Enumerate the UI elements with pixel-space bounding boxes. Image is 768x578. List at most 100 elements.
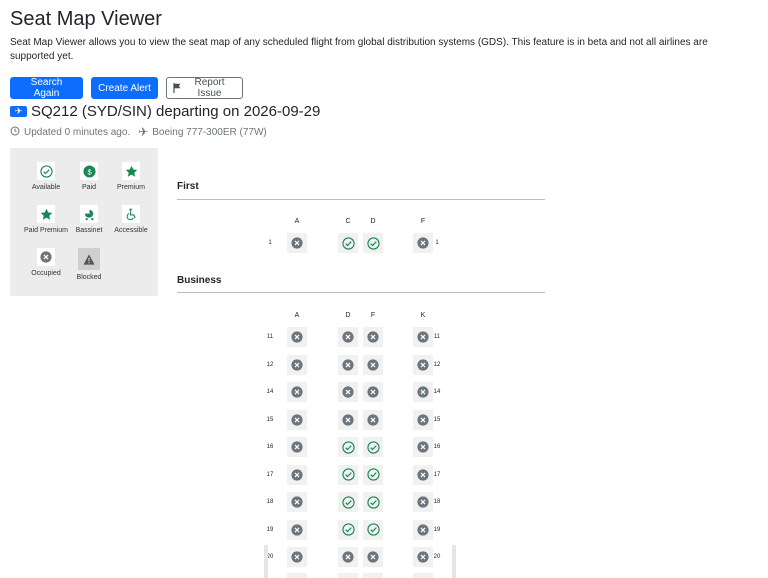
star-icon [122,162,140,180]
exit-row-marker [452,545,456,578]
x-circle-icon [417,331,429,343]
seat-12f[interactable] [363,354,383,375]
seat-12a[interactable] [287,354,307,375]
row-number-left: 1 [268,240,272,246]
row-number-left: 11 [266,334,274,340]
seat-12d[interactable] [338,354,358,375]
search-again-button[interactable]: Search Again [10,77,83,99]
x-circle-icon [367,413,379,426]
bassinet-icon [80,205,98,223]
seat-1c[interactable] [338,233,358,253]
seat-19a[interactable] [287,519,307,540]
seat-18d[interactable] [338,492,358,512]
column-header: K [420,312,426,319]
row-number-left: 14 [266,389,274,395]
seat-14a[interactable] [287,382,307,402]
seat-15d[interactable] [338,409,358,430]
column-header: F [370,312,376,319]
seat-20a[interactable] [287,547,307,567]
check-circle-icon [366,236,380,250]
seat-16d[interactable] [338,437,358,457]
seat-20f[interactable] [363,547,383,567]
row-number-left: 17 [266,471,274,478]
seat-17k[interactable] [413,464,433,485]
seat-20k[interactable] [413,547,433,567]
flight-heading: ✈ SQ212 (SYD/SIN) departing on 2026-09-2… [10,103,320,120]
legend-item-blocked: Blocked [64,248,114,281]
row-number-left: 19 [266,526,274,533]
column-header: D [345,312,351,319]
x-circle-icon [291,551,303,563]
seat-18k[interactable] [413,492,433,512]
wheelchair-icon [122,205,140,223]
check-circle-icon [341,440,355,454]
report-issue-label: Report Issue [194,77,225,99]
x-circle-icon [417,523,429,536]
x-circle-icon [291,496,303,508]
column-header: A [294,312,300,319]
x-circle-icon [417,237,429,249]
seat-11a[interactable] [287,327,307,347]
seat-17a[interactable] [287,464,307,485]
x-circle-icon [367,331,379,343]
seat-19k[interactable] [413,519,433,540]
column-header: C [345,218,351,225]
seat-1d[interactable] [363,233,383,253]
seat-partial[interactable] [363,573,383,578]
seat-1a[interactable] [287,233,307,253]
x-circle-icon [291,358,303,371]
seat-16a[interactable] [287,437,307,457]
seat-16k[interactable] [413,437,433,457]
create-alert-button[interactable]: Create Alert [91,77,158,99]
aircraft-text: Boeing 777-300ER (77W) [152,126,267,138]
seat-12k[interactable] [413,354,433,375]
check-circle-icon [37,162,55,180]
row-number-left: 12 [266,361,274,368]
seat-17d[interactable] [338,464,358,485]
seat-15a[interactable] [287,409,307,430]
x-circle-icon [291,237,303,249]
x-circle-icon [291,523,303,536]
x-circle-icon [291,413,303,426]
seat-14d[interactable] [338,382,358,402]
row-number-left: 16 [266,444,274,450]
report-issue-button[interactable]: Report Issue [166,77,243,99]
row-number-left: 18 [266,499,274,505]
seat-15f[interactable] [363,409,383,430]
seat-11f[interactable] [363,327,383,347]
seat-18f[interactable] [363,492,383,512]
seat-19f[interactable] [363,519,383,540]
seat-partial[interactable] [413,573,433,578]
x-circle-icon [367,358,379,371]
seat-14k[interactable] [413,382,433,402]
x-circle-icon [342,413,354,426]
seat-partial[interactable] [338,573,358,578]
column-header: A [294,218,300,225]
x-circle-icon [417,386,429,398]
seat-partial[interactable] [287,573,307,578]
seat-16f[interactable] [363,437,383,457]
seat-20d[interactable] [338,547,358,567]
legend-item-premium: Premium [106,162,156,191]
seat-15k[interactable] [413,409,433,430]
legend-label: Accessible [114,227,148,234]
x-circle-icon [417,468,429,481]
seat-11d[interactable] [338,327,358,347]
x-circle-icon [417,413,429,426]
legend-label: Blocked [76,274,102,281]
check-circle-icon [366,440,380,454]
check-circle-icon [366,495,380,509]
seat-18a[interactable] [287,492,307,512]
seat-11k[interactable] [413,327,433,347]
seat-19d[interactable] [338,519,358,540]
check-circle-icon [366,523,380,536]
seat-14f[interactable] [363,382,383,402]
warning-triangle-icon [78,248,100,270]
airplane-icon: ✈ [138,125,149,139]
seat-17f[interactable] [363,464,383,485]
flight-meta: Updated 0 minutes ago. ✈ Boeing 777-300E… [10,125,267,139]
flight-heading-text: SQ212 (SYD/SIN) departing on 2026-09-29 [31,103,321,120]
x-circle-icon [417,496,429,508]
seat-1f[interactable] [413,233,433,253]
exit-row-marker [264,545,268,578]
